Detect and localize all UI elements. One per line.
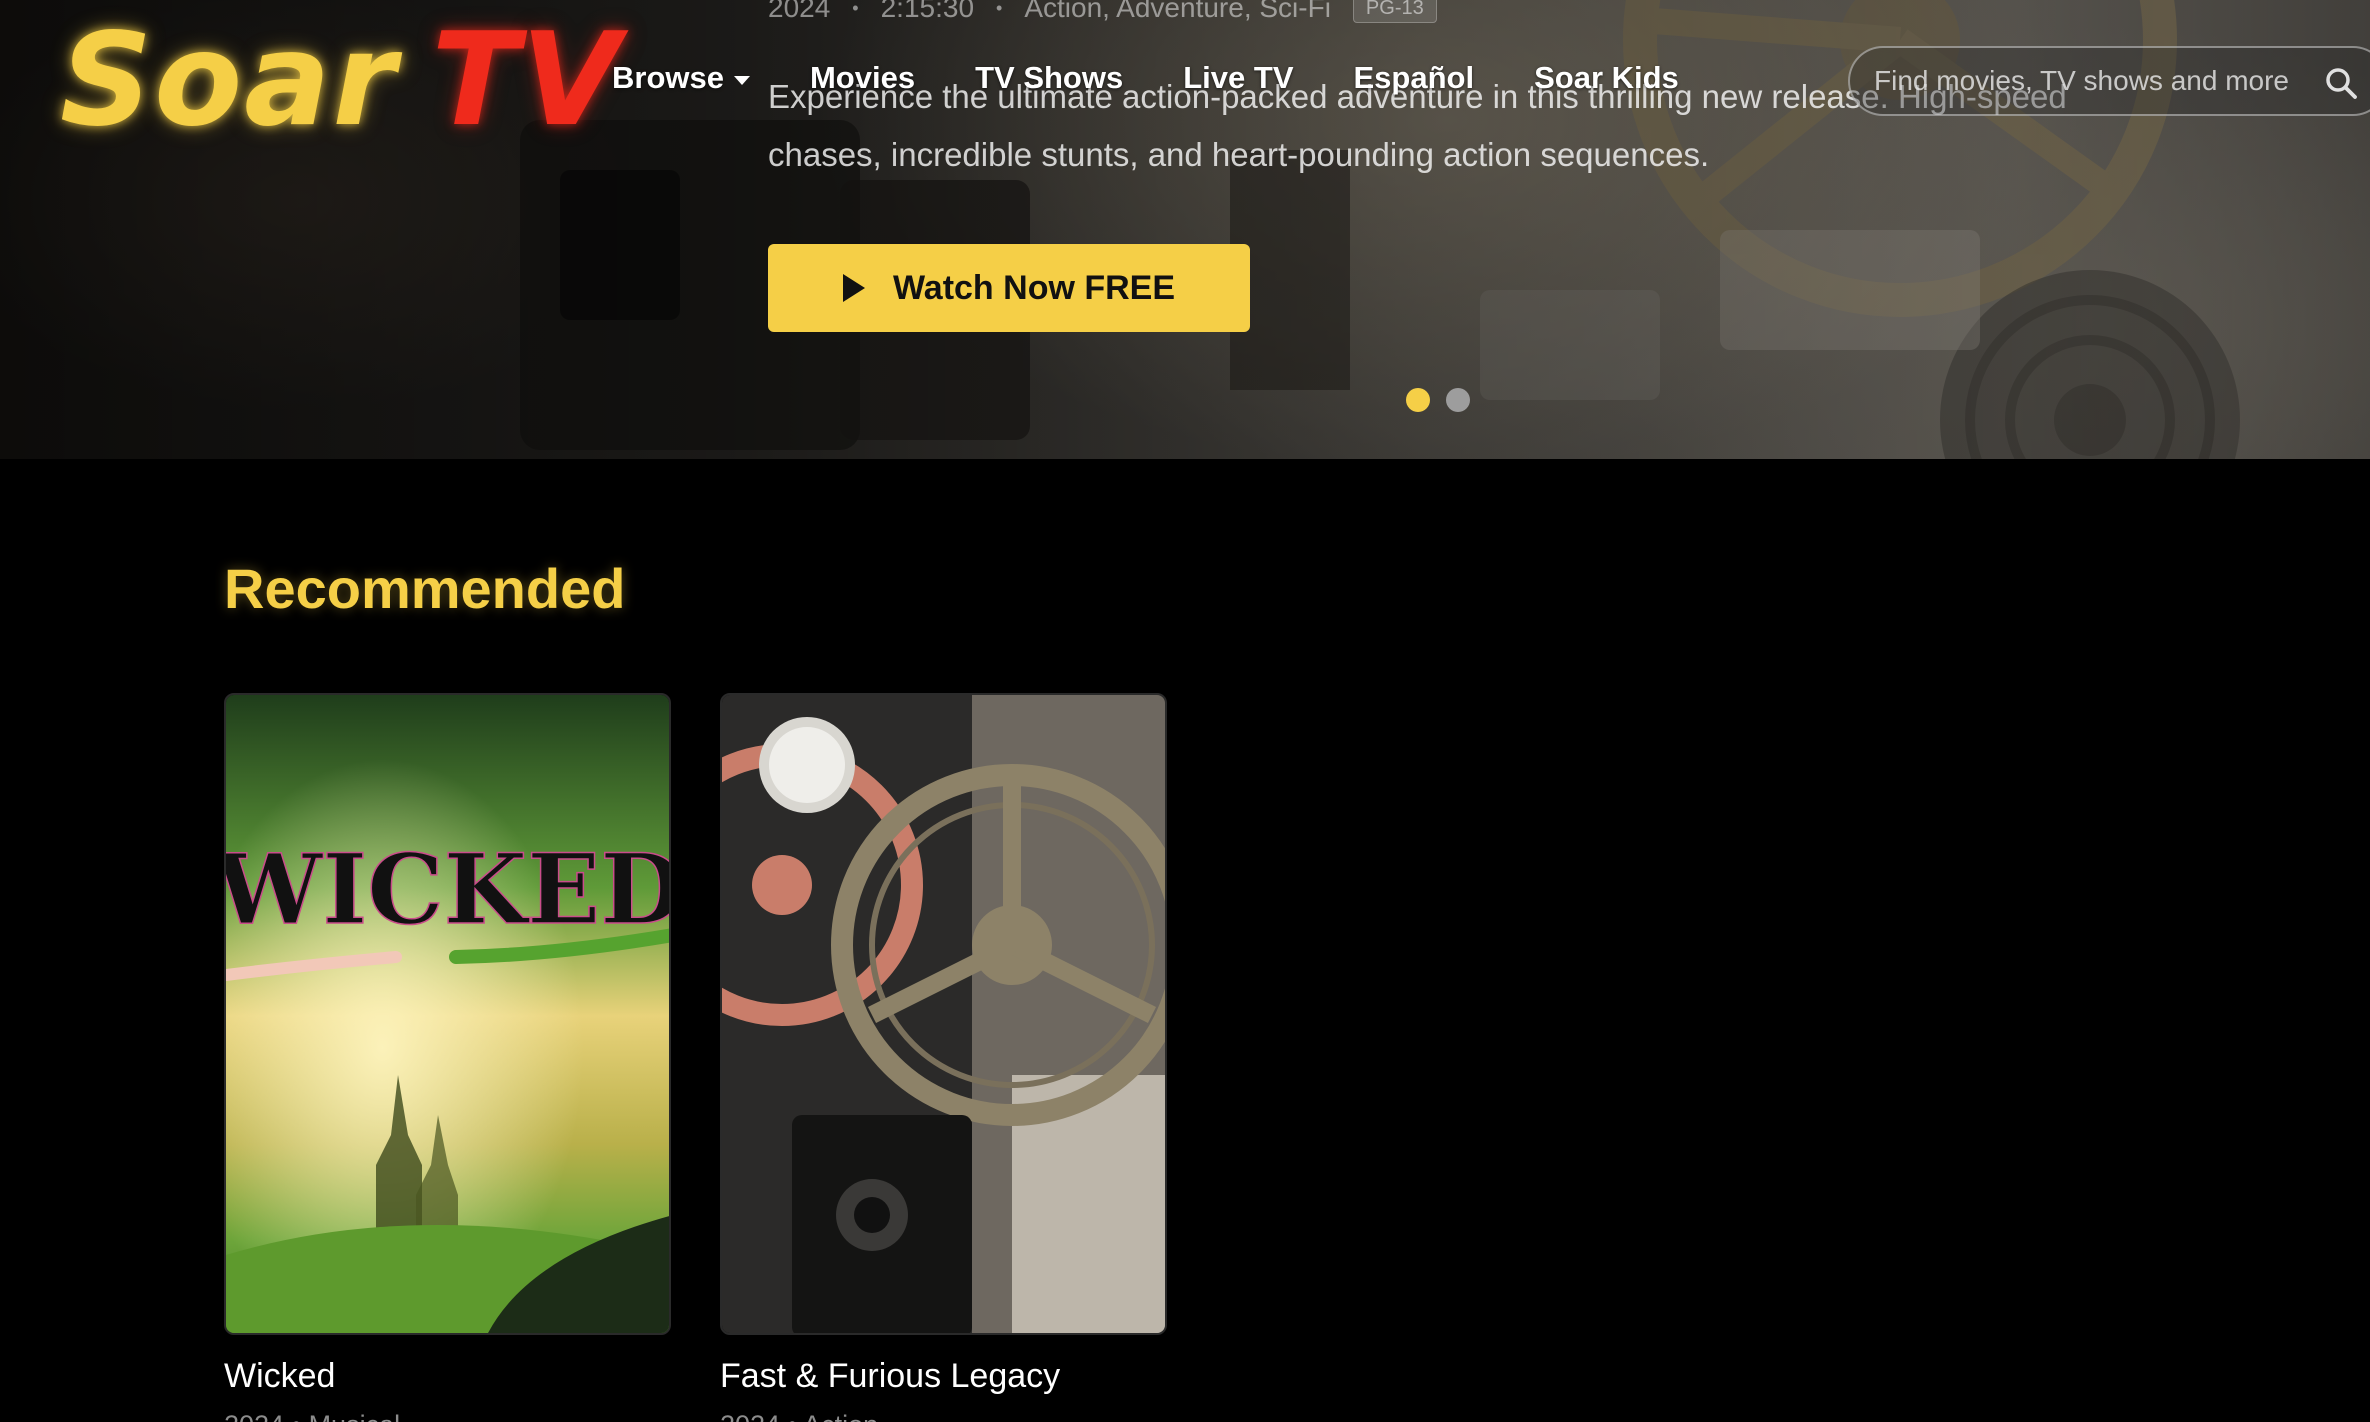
carousel-indicators xyxy=(1406,388,1470,412)
carousel-dot-1[interactable] xyxy=(1406,388,1430,412)
card-genre: Action xyxy=(803,1410,878,1422)
main-nav: Browse Movies TV Shows Live TV Español S… xyxy=(612,60,1739,96)
nav-browse[interactable]: Browse xyxy=(612,60,750,96)
search-bar xyxy=(1848,46,2370,116)
nav-live-tv[interactable]: Live TV xyxy=(1183,60,1293,96)
movie-card-wicked[interactable]: WICKED Wicked 2024 • Musical xyxy=(224,693,671,1422)
card-year: 2024 xyxy=(720,1410,780,1422)
carousel-dot-2[interactable] xyxy=(1446,388,1470,412)
recommended-heading: Recommended xyxy=(224,557,626,620)
wicked-poster-title: WICKED xyxy=(226,833,671,946)
wicked-poster-image: WICKED xyxy=(226,695,671,1333)
logo-soar: Soar xyxy=(60,6,398,155)
poster-wicked: WICKED xyxy=(224,693,671,1335)
chevron-down-icon xyxy=(733,75,750,85)
card-meta: 2024 • Musical xyxy=(224,1410,671,1422)
hero-duration: 2:15:30 xyxy=(880,0,975,23)
search-icon[interactable] xyxy=(2324,66,2358,100)
logo-tv: TV xyxy=(431,6,622,155)
card-year: 2024 xyxy=(224,1410,284,1422)
card-title: Wicked xyxy=(224,1357,336,1395)
watch-now-label: Watch Now FREE xyxy=(892,268,1176,307)
meta-separator: • xyxy=(292,1410,301,1422)
soar-tv-logo[interactable]: Soar TV xyxy=(60,6,622,156)
play-icon xyxy=(842,274,865,302)
poster-fast-furious-legacy xyxy=(720,693,1167,1335)
nav-soar-kids[interactable]: Soar Kids xyxy=(1534,60,1679,96)
card-genre: Musical xyxy=(309,1410,401,1422)
watch-now-button[interactable]: Watch Now FREE xyxy=(768,244,1250,332)
card-title: Fast & Furious Legacy xyxy=(720,1357,1061,1395)
meta-separator: • xyxy=(996,0,1003,18)
meta-separator: • xyxy=(852,0,859,18)
nav-tv-shows[interactable]: TV Shows xyxy=(975,60,1123,96)
movie-card-fast-furious-legacy[interactable]: Fast & Furious Legacy 2024 • Action xyxy=(720,693,1167,1422)
meta-separator: • xyxy=(788,1410,797,1422)
nav-movies[interactable]: Movies xyxy=(810,60,915,96)
hero-year: 2024 xyxy=(768,0,831,23)
hero-genres: Action, Adventure, Sci-Fi xyxy=(1024,0,1331,23)
hero-metadata: 2024 • 2:15:30 • Action, Adventure, Sci-… xyxy=(768,0,1437,24)
nav-browse-label: Browse xyxy=(612,60,724,95)
search-input[interactable] xyxy=(1874,65,2294,97)
projector-poster-image xyxy=(722,695,1165,1333)
rating-badge: PG-13 xyxy=(1352,0,1437,23)
card-meta: 2024 • Action xyxy=(720,1410,1167,1422)
nav-espanol[interactable]: Español xyxy=(1354,60,1475,96)
page: 2024 • 2:15:30 • Action, Adventure, Sci-… xyxy=(0,0,2370,1422)
